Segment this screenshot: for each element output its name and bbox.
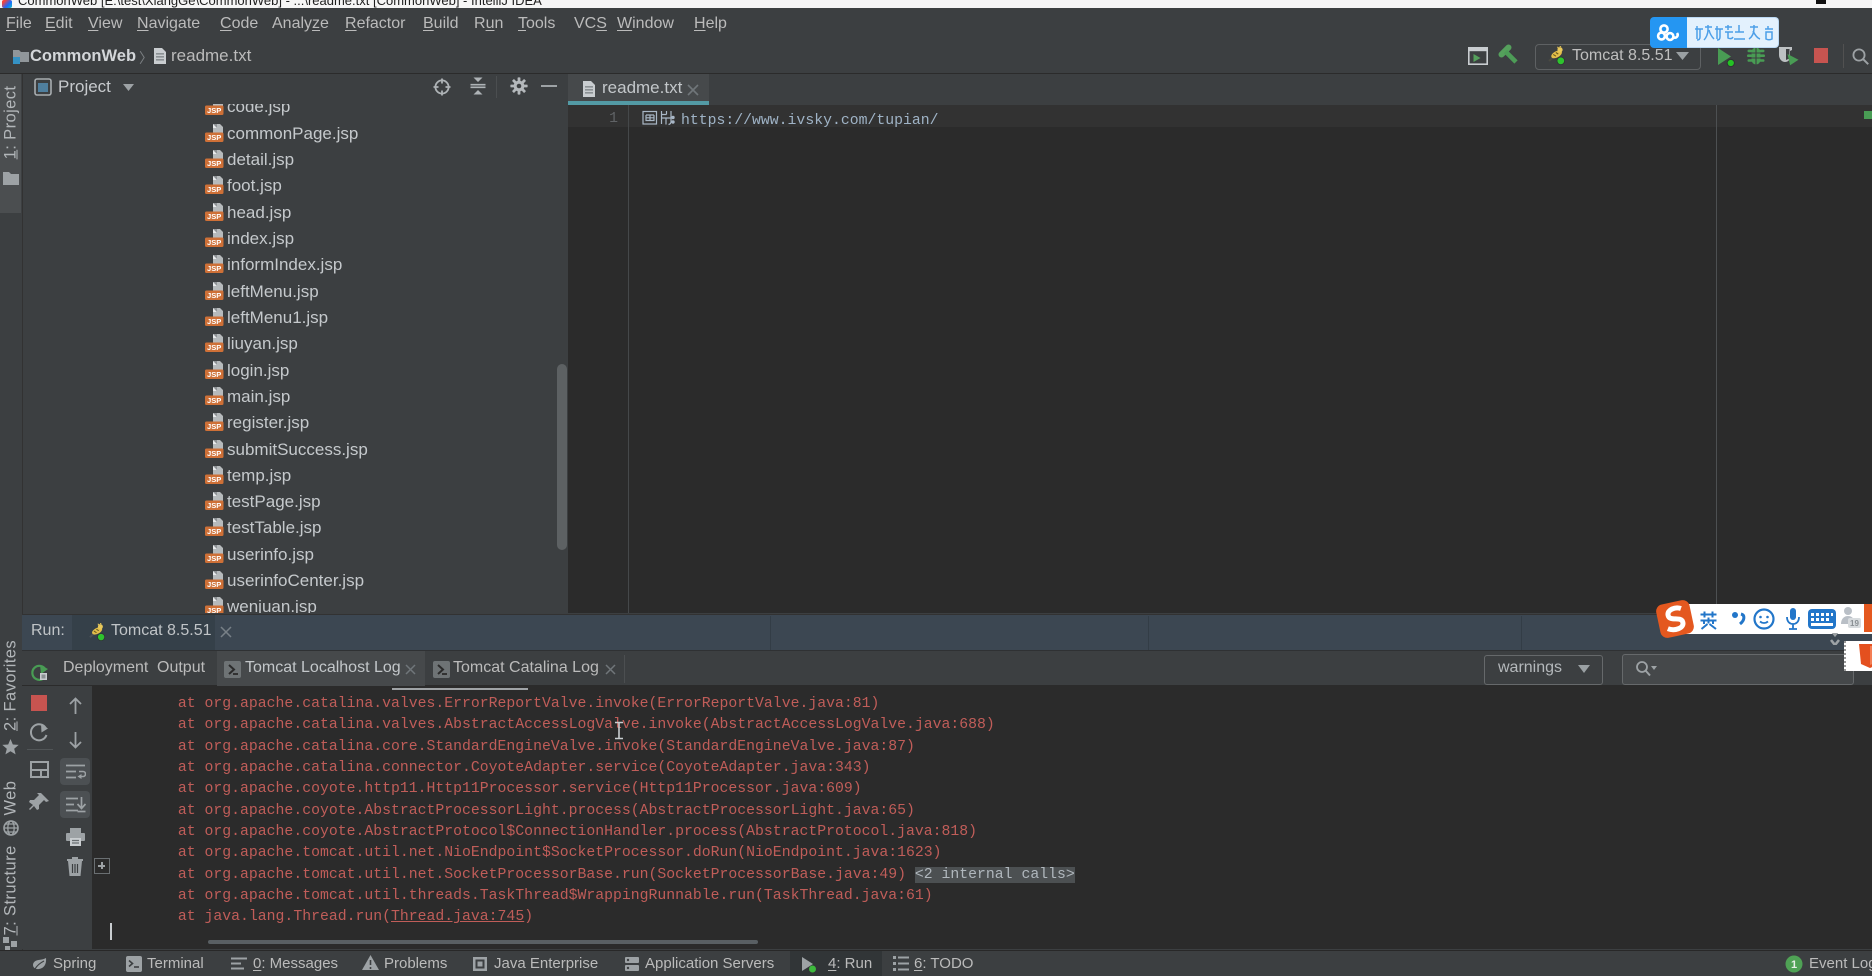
svg-text:JSP: JSP — [207, 343, 221, 352]
svg-text:JSP: JSP — [207, 238, 221, 247]
svg-text:JSP: JSP — [207, 396, 221, 405]
svg-text:JSP: JSP — [207, 422, 221, 431]
svg-text:JSP: JSP — [207, 580, 221, 589]
svg-text:JSP: JSP — [207, 264, 221, 273]
svg-text:1: 1 — [1791, 959, 1797, 971]
svg-text:JSP: JSP — [207, 133, 221, 142]
svg-text:JSP: JSP — [207, 159, 221, 168]
svg-text:JSP: JSP — [207, 501, 221, 510]
svg-text:JSP: JSP — [207, 554, 221, 563]
svg-text:JSP: JSP — [207, 107, 221, 116]
svg-text:JSP: JSP — [207, 317, 221, 326]
svg-text:JSP: JSP — [207, 607, 221, 613]
svg-text:JSP: JSP — [207, 291, 221, 300]
svg-text:JSP: JSP — [207, 449, 221, 458]
svg-text:19: 19 — [1850, 619, 1859, 628]
svg-text:JSP: JSP — [207, 528, 221, 537]
svg-text:JSP: JSP — [207, 370, 221, 379]
svg-text:JSP: JSP — [207, 185, 221, 194]
svg-text:JSP: JSP — [207, 475, 221, 484]
svg-text:JSP: JSP — [207, 212, 221, 221]
